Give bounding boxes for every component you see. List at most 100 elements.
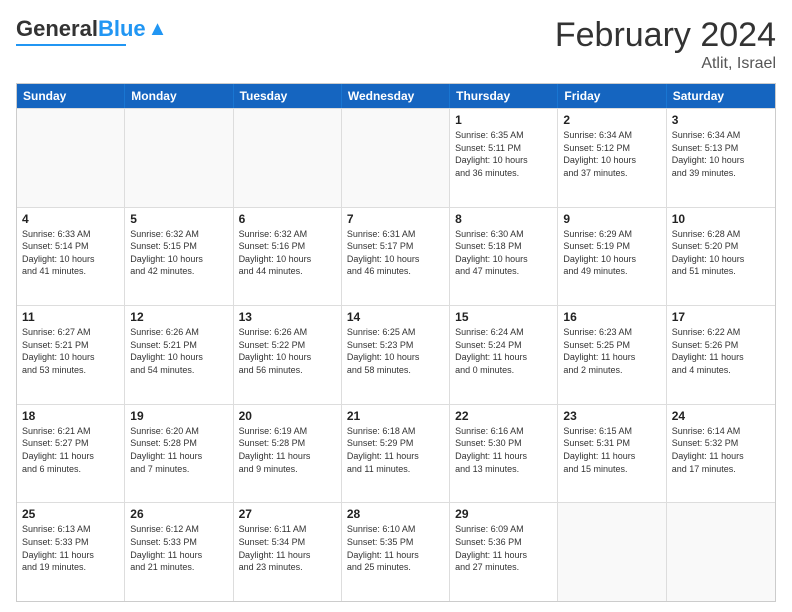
day-number: 2: [563, 113, 660, 127]
logo-bird-icon: ▲: [148, 18, 168, 41]
weekday-header: Sunday: [17, 84, 125, 108]
calendar-cell: 5 Sunrise: 6:32 AM Sunset: 5:15 PM Daylig…: [125, 208, 233, 306]
day-info: Sunrise: 6:21 AM Sunset: 5:27 PM Dayligh…: [22, 425, 119, 475]
day-info: Sunrise: 6:27 AM Sunset: 5:21 PM Dayligh…: [22, 326, 119, 376]
calendar-cell: 16Sunrise: 6:23 AM Sunset: 5:25 PM Dayli…: [558, 306, 666, 404]
day-info: Sunrise: 6:34 AM Sunset: 5:13 PM Dayligh…: [672, 129, 770, 179]
day-info: Sunrise: 6:24 AM Sunset: 5:24 PM Dayligh…: [455, 326, 552, 376]
day-info: Sunrise: 6:15 AM Sunset: 5:31 PM Dayligh…: [563, 425, 660, 475]
calendar-cell: [234, 109, 342, 207]
day-info: Sunrise: 6:09 AM Sunset: 5:36 PM Dayligh…: [455, 523, 552, 573]
logo-general: General: [16, 16, 98, 42]
day-number: 3: [672, 113, 770, 127]
day-number: 23: [563, 409, 660, 423]
day-info: Sunrise: 6:10 AM Sunset: 5:35 PM Dayligh…: [347, 523, 444, 573]
calendar-cell: 12 Sunrise: 6:26 AM Sunset: 5:21 PM Dayli…: [125, 306, 233, 404]
calendar-cell: 21 Sunrise: 6:18 AM Sunset: 5:29 PM Dayli…: [342, 405, 450, 503]
calendar-cell: 23 Sunrise: 6:15 AM Sunset: 5:31 PM Dayli…: [558, 405, 666, 503]
calendar-cell: 11 Sunrise: 6:27 AM Sunset: 5:21 PM Dayli…: [17, 306, 125, 404]
day-number: 29: [455, 507, 552, 521]
calendar-cell: 10Sunrise: 6:28 AM Sunset: 5:20 PM Dayli…: [667, 208, 775, 306]
day-info: Sunrise: 6:25 AM Sunset: 5:23 PM Dayligh…: [347, 326, 444, 376]
day-number: 24: [672, 409, 770, 423]
day-number: 9: [563, 212, 660, 226]
day-info: Sunrise: 6:18 AM Sunset: 5:29 PM Dayligh…: [347, 425, 444, 475]
logo-divider: [16, 44, 126, 46]
calendar-cell: 20 Sunrise: 6:19 AM Sunset: 5:28 PM Dayli…: [234, 405, 342, 503]
day-number: 1: [455, 113, 552, 127]
logo-blue: Blue: [98, 16, 146, 42]
day-info: Sunrise: 6:11 AM Sunset: 5:34 PM Dayligh…: [239, 523, 336, 573]
day-info: Sunrise: 6:16 AM Sunset: 5:30 PM Dayligh…: [455, 425, 552, 475]
day-number: 17: [672, 310, 770, 324]
day-number: 14: [347, 310, 444, 324]
day-number: 20: [239, 409, 336, 423]
day-info: Sunrise: 6:32 AM Sunset: 5:16 PM Dayligh…: [239, 228, 336, 278]
logo: General Blue ▲: [16, 16, 167, 46]
day-info: Sunrise: 6:13 AM Sunset: 5:33 PM Dayligh…: [22, 523, 119, 573]
day-number: 18: [22, 409, 119, 423]
weekday-header: Saturday: [667, 84, 775, 108]
day-info: Sunrise: 6:14 AM Sunset: 5:32 PM Dayligh…: [672, 425, 770, 475]
calendar-cell: 1 Sunrise: 6:35 AM Sunset: 5:11 PM Daylig…: [450, 109, 558, 207]
calendar-cell: [558, 503, 666, 601]
calendar-cell: 27 Sunrise: 6:11 AM Sunset: 5:34 PM Dayli…: [234, 503, 342, 601]
calendar-cell: 26Sunrise: 6:12 AM Sunset: 5:33 PM Dayli…: [125, 503, 233, 601]
calendar-cell: 13 Sunrise: 6:26 AM Sunset: 5:22 PM Dayli…: [234, 306, 342, 404]
day-number: 7: [347, 212, 444, 226]
calendar-header: SundayMondayTuesdayWednesdayThursdayFrid…: [17, 84, 775, 108]
day-number: 11: [22, 310, 119, 324]
day-number: 6: [239, 212, 336, 226]
day-number: 4: [22, 212, 119, 226]
calendar-cell: 15Sunrise: 6:24 AM Sunset: 5:24 PM Dayli…: [450, 306, 558, 404]
day-number: 16: [563, 310, 660, 324]
day-number: 5: [130, 212, 227, 226]
day-info: Sunrise: 6:32 AM Sunset: 5:15 PM Dayligh…: [130, 228, 227, 278]
day-number: 27: [239, 507, 336, 521]
weekday-header: Monday: [125, 84, 233, 108]
day-info: Sunrise: 6:19 AM Sunset: 5:28 PM Dayligh…: [239, 425, 336, 475]
day-number: 28: [347, 507, 444, 521]
calendar-cell: 18 Sunrise: 6:21 AM Sunset: 5:27 PM Dayli…: [17, 405, 125, 503]
calendar-cell: 4 Sunrise: 6:33 AM Sunset: 5:14 PM Daylig…: [17, 208, 125, 306]
day-number: 21: [347, 409, 444, 423]
weekday-header: Friday: [558, 84, 666, 108]
calendar-cell: 9 Sunrise: 6:29 AM Sunset: 5:19 PM Daylig…: [558, 208, 666, 306]
calendar-cell: 17Sunrise: 6:22 AM Sunset: 5:26 PM Dayli…: [667, 306, 775, 404]
day-number: 12: [130, 310, 227, 324]
calendar-cell: 24 Sunrise: 6:14 AM Sunset: 5:32 PM Dayli…: [667, 405, 775, 503]
day-number: 25: [22, 507, 119, 521]
day-info: Sunrise: 6:28 AM Sunset: 5:20 PM Dayligh…: [672, 228, 770, 278]
weekday-header: Wednesday: [342, 84, 450, 108]
calendar-cell: 19Sunrise: 6:20 AM Sunset: 5:28 PM Dayli…: [125, 405, 233, 503]
title-area: February 2024 Atlit, Israel: [555, 16, 776, 73]
page: General Blue ▲ February 2024 Atlit, Isra…: [0, 0, 792, 612]
header: General Blue ▲ February 2024 Atlit, Isra…: [16, 16, 776, 73]
calendar-cell: [125, 109, 233, 207]
calendar-cell: [17, 109, 125, 207]
day-info: Sunrise: 6:33 AM Sunset: 5:14 PM Dayligh…: [22, 228, 119, 278]
calendar-cell: 29 Sunrise: 6:09 AM Sunset: 5:36 PM Dayli…: [450, 503, 558, 601]
calendar-cell: 3 Sunrise: 6:34 AM Sunset: 5:13 PM Daylig…: [667, 109, 775, 207]
day-number: 22: [455, 409, 552, 423]
calendar-cell: 28 Sunrise: 6:10 AM Sunset: 5:35 PM Dayli…: [342, 503, 450, 601]
day-number: 13: [239, 310, 336, 324]
calendar-cell: 25 Sunrise: 6:13 AM Sunset: 5:33 PM Dayli…: [17, 503, 125, 601]
calendar: SundayMondayTuesdayWednesdayThursdayFrid…: [16, 83, 776, 602]
weekday-header: Thursday: [450, 84, 558, 108]
calendar-row: 1 Sunrise: 6:35 AM Sunset: 5:11 PM Daylig…: [17, 108, 775, 207]
calendar-row: 18 Sunrise: 6:21 AM Sunset: 5:27 PM Dayli…: [17, 404, 775, 503]
day-info: Sunrise: 6:20 AM Sunset: 5:28 PM Dayligh…: [130, 425, 227, 475]
day-info: Sunrise: 6:26 AM Sunset: 5:22 PM Dayligh…: [239, 326, 336, 376]
weekday-header: Tuesday: [234, 84, 342, 108]
calendar-cell: [667, 503, 775, 601]
day-info: Sunrise: 6:35 AM Sunset: 5:11 PM Dayligh…: [455, 129, 552, 179]
day-info: Sunrise: 6:26 AM Sunset: 5:21 PM Dayligh…: [130, 326, 227, 376]
day-info: Sunrise: 6:29 AM Sunset: 5:19 PM Dayligh…: [563, 228, 660, 278]
calendar-row: 4 Sunrise: 6:33 AM Sunset: 5:14 PM Daylig…: [17, 207, 775, 306]
calendar-cell: 14 Sunrise: 6:25 AM Sunset: 5:23 PM Dayli…: [342, 306, 450, 404]
calendar-row: 25 Sunrise: 6:13 AM Sunset: 5:33 PM Dayli…: [17, 502, 775, 601]
calendar-row: 11 Sunrise: 6:27 AM Sunset: 5:21 PM Dayli…: [17, 305, 775, 404]
calendar-title: February 2024: [555, 16, 776, 55]
calendar-body: 1 Sunrise: 6:35 AM Sunset: 5:11 PM Daylig…: [17, 108, 775, 601]
